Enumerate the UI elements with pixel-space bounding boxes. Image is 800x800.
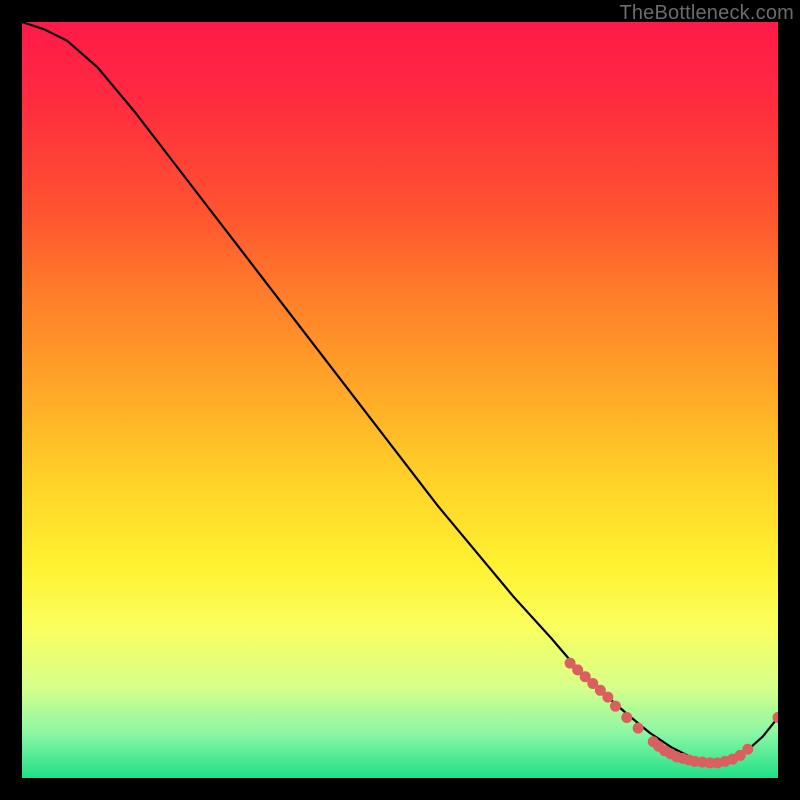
plot-area xyxy=(22,22,778,778)
chart-stage: TheBottleneck.com xyxy=(0,0,800,800)
curve-markers xyxy=(565,658,778,769)
data-point xyxy=(773,712,779,723)
chart-svg xyxy=(22,22,778,778)
data-point xyxy=(742,744,753,755)
data-point xyxy=(621,712,632,723)
curve-line xyxy=(22,22,778,763)
data-point xyxy=(633,723,644,734)
data-point xyxy=(610,701,621,712)
data-point xyxy=(602,692,613,703)
